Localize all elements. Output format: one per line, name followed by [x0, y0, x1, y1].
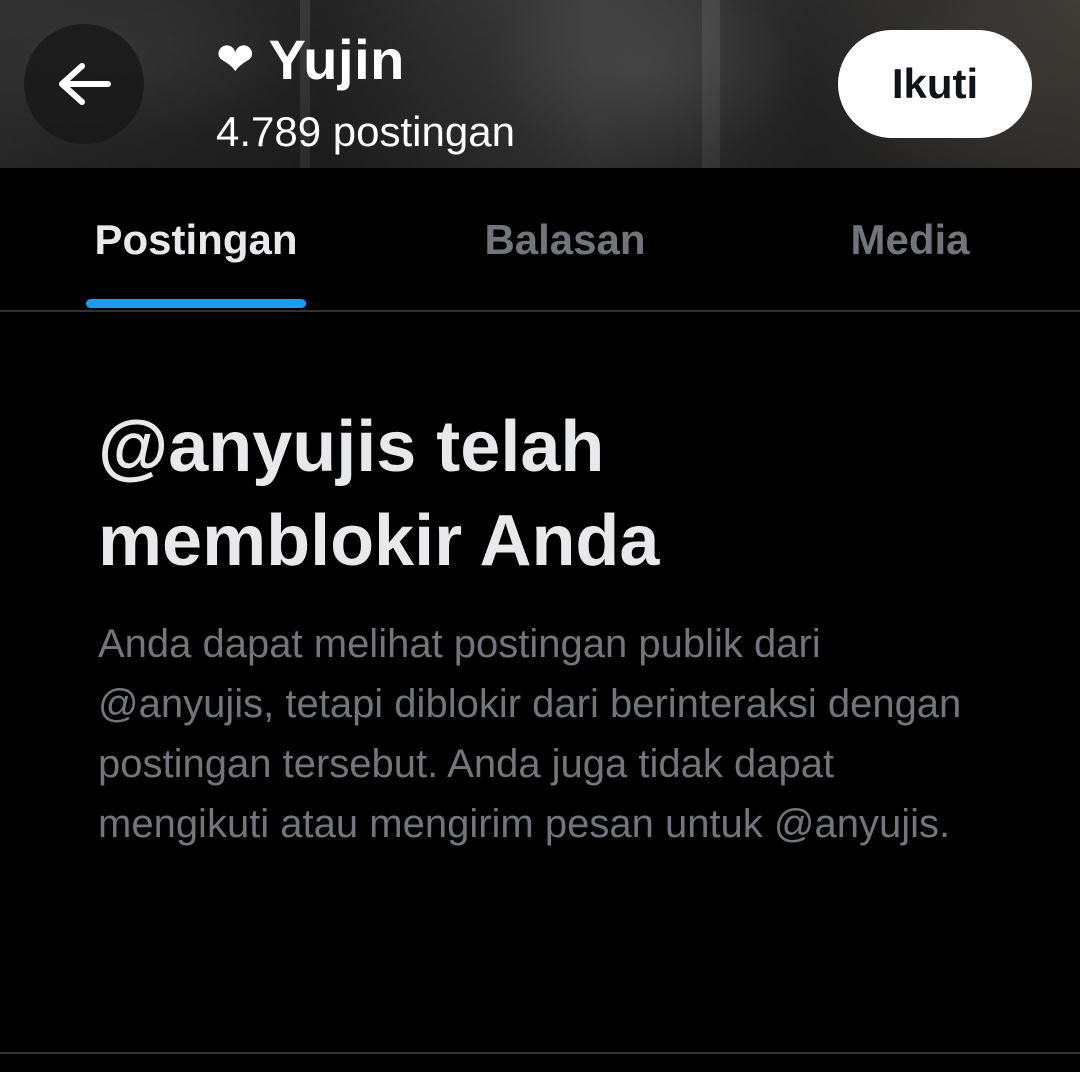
- active-tab-indicator: [86, 299, 306, 308]
- tab-media[interactable]: Media: [830, 168, 990, 312]
- arrow-left-icon: [59, 63, 111, 105]
- profile-tabs: Postingan Balasan Media: [0, 168, 1080, 312]
- back-button[interactable]: [24, 24, 144, 144]
- divider: [0, 1052, 1080, 1054]
- post-count: 4.789 postingan: [216, 108, 515, 155]
- tab-balasan[interactable]: Balasan: [460, 168, 670, 312]
- blocked-description: Anda dapat melihat postingan publik dari…: [98, 622, 962, 846]
- profile-title: ❤ Yujin: [216, 26, 405, 92]
- tab-postingan[interactable]: Postingan: [86, 168, 306, 312]
- profile-name: Yujin: [268, 27, 405, 91]
- profile-page: ❤ Yujin 4.789 postingan Ikuti Postingan …: [0, 0, 1080, 1072]
- heart-icon: ❤: [216, 33, 255, 85]
- profile-header: ❤ Yujin 4.789 postingan Ikuti: [0, 0, 1080, 168]
- blocked-title: @anyujis telah memblokir Anda: [98, 407, 660, 581]
- follow-button[interactable]: Ikuti: [838, 30, 1032, 138]
